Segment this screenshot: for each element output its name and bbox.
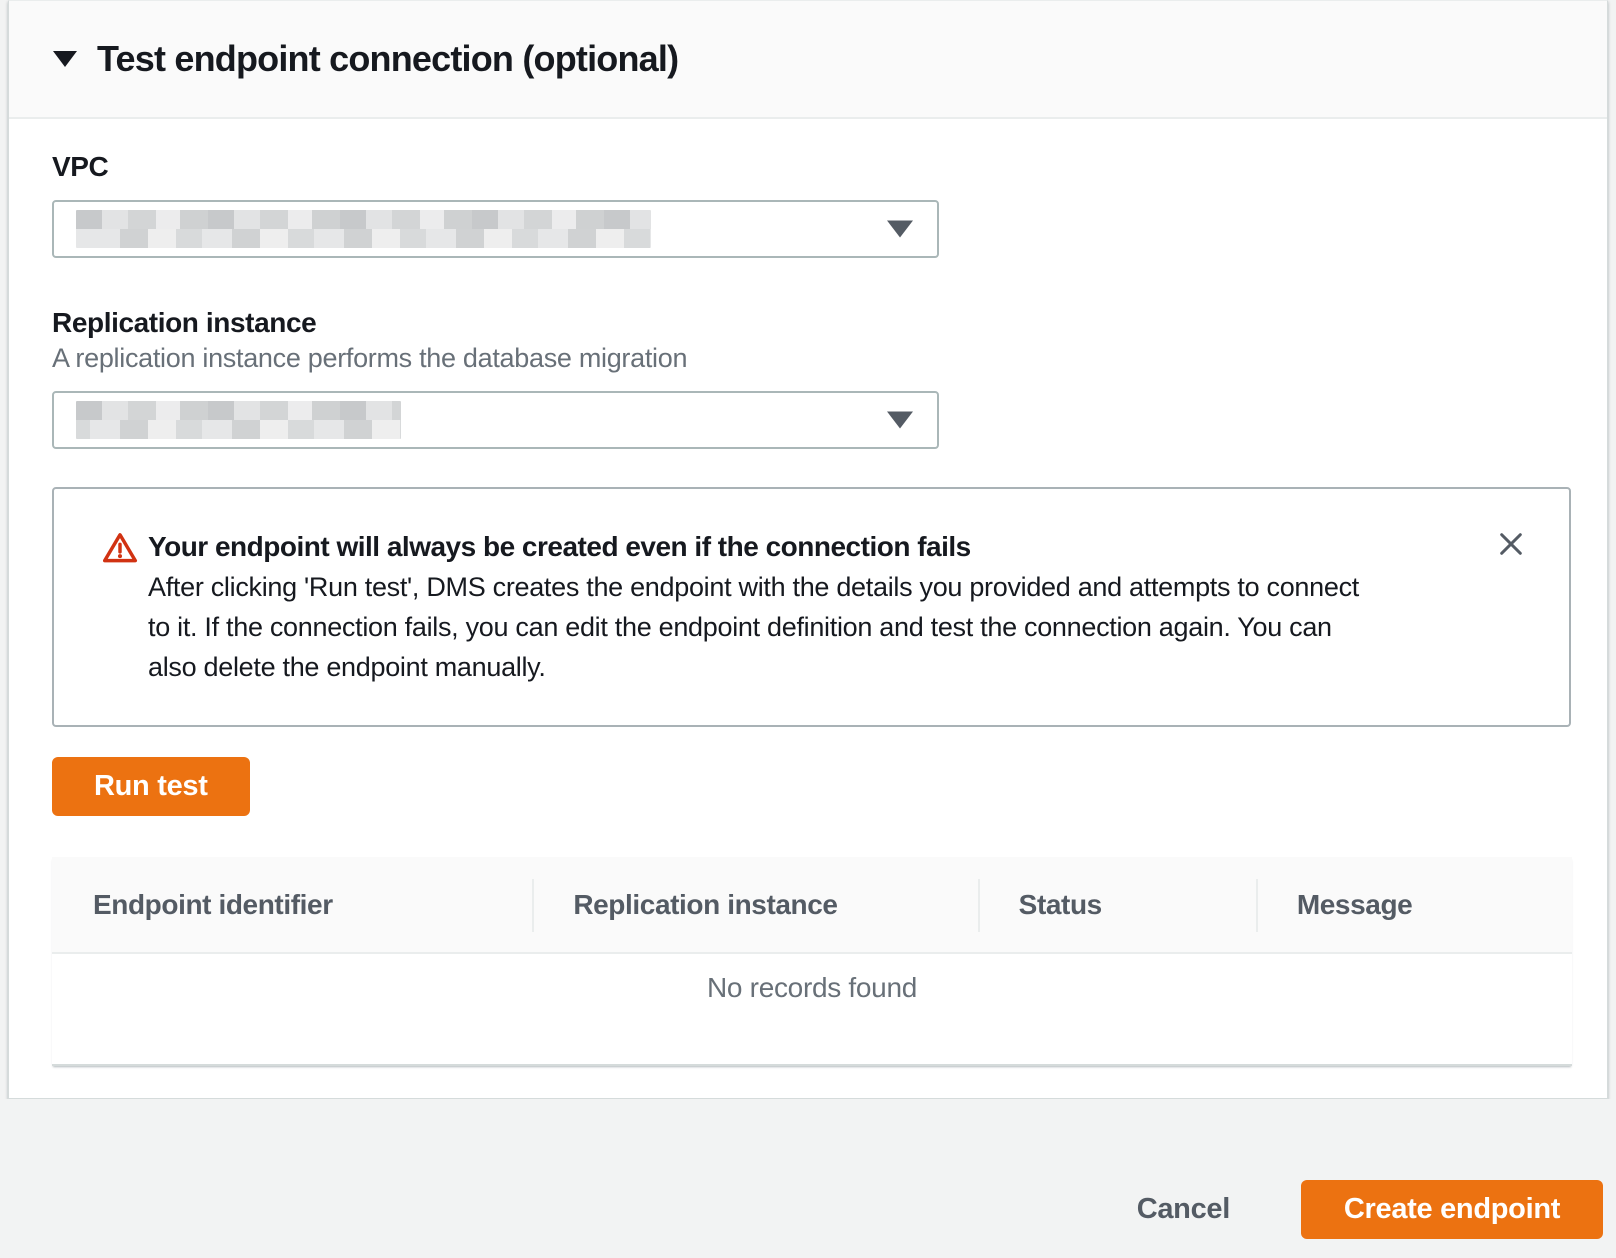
run-test-button[interactable]: Run test xyxy=(52,757,250,816)
column-header-replication-instance: Replication instance xyxy=(532,857,977,952)
create-endpoint-button[interactable]: Create endpoint xyxy=(1301,1180,1603,1239)
replication-instance-label: Replication instance xyxy=(52,306,1569,340)
page-actions-footer: Cancel Create endpoint xyxy=(0,1099,1616,1258)
section-collapse-caret-icon xyxy=(53,51,77,67)
warning-body-line: also delete the endpoint manually. xyxy=(148,647,1359,687)
column-header-status: Status xyxy=(978,857,1256,952)
vpc-selected-value-redacted xyxy=(76,210,651,248)
vpc-select[interactable] xyxy=(52,200,939,258)
vpc-label: VPC xyxy=(52,150,1569,184)
connection-results-table: Endpoint identifier Replication instance… xyxy=(52,857,1572,1066)
warning-dismiss-button[interactable] xyxy=(1489,523,1533,567)
replication-instance-field: Replication instance A replication insta… xyxy=(52,306,1569,449)
section-header-test-endpoint-connection[interactable]: Test endpoint connection (optional) xyxy=(9,1,1607,119)
section-title: Test endpoint connection (optional) xyxy=(97,38,678,80)
section-body: VPC Replication instance A replication i… xyxy=(9,119,1607,1066)
column-header-endpoint-identifier: Endpoint identifier xyxy=(52,857,532,952)
warning-triangle-icon xyxy=(102,530,138,571)
warning-body-line: After clicking 'Run test', DMS creates t… xyxy=(148,567,1359,607)
chevron-down-icon xyxy=(887,412,913,429)
test-endpoint-connection-panel: Test endpoint connection (optional) VPC … xyxy=(8,0,1608,1099)
table-empty-state: No records found xyxy=(52,954,1572,1064)
chevron-down-icon xyxy=(887,221,913,238)
table-header-row: Endpoint identifier Replication instance… xyxy=(52,857,1572,954)
warning-body-line: to it. If the connection fails, you can … xyxy=(148,607,1359,647)
replication-instance-selected-value-redacted xyxy=(76,401,401,439)
warning-title: Your endpoint will always be created eve… xyxy=(148,527,1359,567)
replication-instance-select[interactable] xyxy=(52,391,939,449)
vpc-field: VPC xyxy=(52,150,1569,258)
cancel-button[interactable]: Cancel xyxy=(1101,1180,1266,1239)
endpoint-warning-alert: Your endpoint will always be created eve… xyxy=(52,487,1571,727)
close-icon xyxy=(1495,528,1527,563)
warning-text-block: Your endpoint will always be created eve… xyxy=(148,527,1359,687)
replication-instance-description: A replication instance performs the data… xyxy=(52,342,1569,375)
column-header-message: Message xyxy=(1256,857,1572,952)
